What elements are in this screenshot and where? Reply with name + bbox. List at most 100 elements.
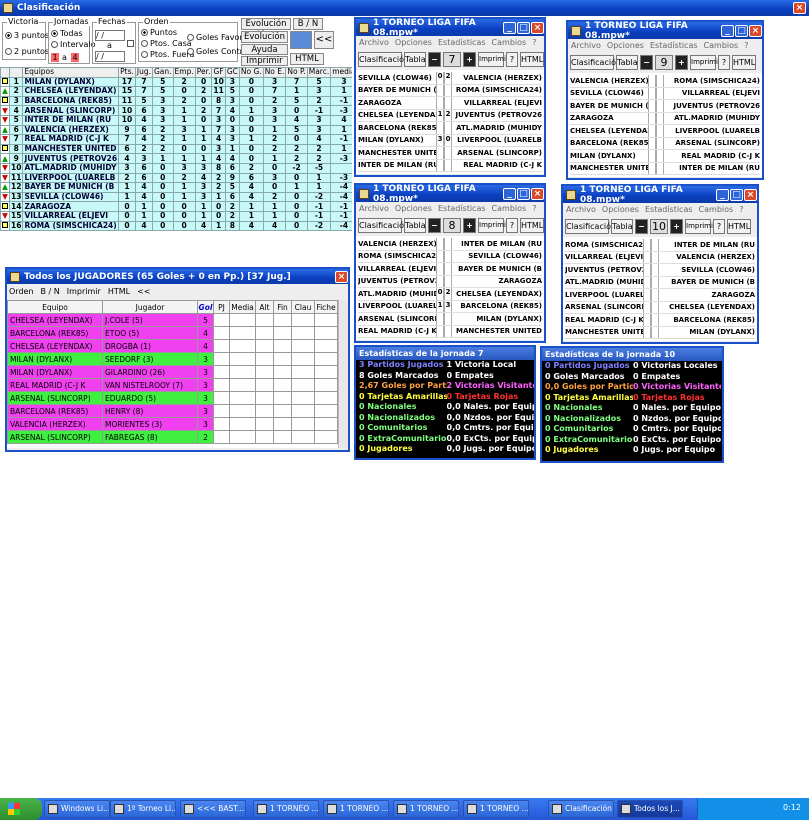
minimize-icon[interactable]: _ [503,21,516,34]
away-goals[interactable] [444,325,452,337]
copy-icon[interactable] [290,31,312,49]
jugadores-menu-item[interactable]: Imprimir [67,287,101,297]
away-goals[interactable]: 2 [444,109,452,121]
taskbar-item[interactable]: Clasificación [548,800,614,818]
jugadores-menu-item[interactable]: Orden [9,287,34,297]
imprimir-button[interactable]: Imprimir [241,56,288,66]
help-button[interactable]: ? [506,218,518,233]
match-row[interactable]: VALENCIA (HERZEX) INTER DE MILAN (RU [358,238,542,251]
away-goals[interactable] [444,238,452,250]
jug-column-header[interactable]: Clau [291,300,315,314]
away-goals[interactable] [656,100,664,112]
jornada-menu-item[interactable]: Archivo [571,41,601,50]
evolucion-button[interactable]: Evolución [241,31,288,43]
away-goals[interactable] [444,84,452,96]
column-header[interactable]: No E. [262,67,287,78]
match-row[interactable]: ZARAGOZA ATL.MADRID (MUHIDY [570,112,760,125]
home-goals[interactable] [648,100,656,112]
jornada-menu-item[interactable]: Opciones [607,41,644,50]
minimize-icon[interactable]: _ [721,24,734,37]
prev-jornada-icon[interactable]: − [635,219,648,234]
match-row[interactable]: VILLARREAL (ELJEVI BAYER DE MUNICH (B [358,263,542,276]
home-goals[interactable] [436,238,444,250]
away-goals[interactable] [656,125,664,137]
match-row[interactable]: BAYER DE MUNICH (B JUVENTUS (PETROV26 [570,100,760,113]
jornada-menu-item[interactable]: Estadísticas [438,204,486,213]
jornada-menu-item[interactable]: Opciones [395,204,432,213]
home-goals[interactable] [436,325,444,337]
taskbar-item[interactable]: 1º Torneo Li... [110,800,176,818]
taskbar-item[interactable]: 1 TORNEO ... [393,800,459,818]
close-icon[interactable]: × [793,2,806,14]
home-goals[interactable] [648,112,656,124]
table-row[interactable]: ▼ 4 ARSENAL (SLINCORP) 10 6 3 1 2 7 4 1 3 0 -1 -3 [0,105,352,116]
orden-favor-radio[interactable]: Goles Favor [187,33,243,42]
jugadores-menu-item[interactable]: << [137,287,150,297]
jornada-menu-item[interactable]: ? [744,41,748,50]
match-row[interactable]: ATL.MADRID (MUHIDY 0 2 CHELSEA (LEYENDAX) [358,288,542,301]
jornada-from[interactable]: 1 [51,53,59,62]
home-goals[interactable] [436,313,444,325]
match-row[interactable]: MANCHESTER UNITED INTER DE MILAN (RU [570,162,760,175]
home-goals[interactable] [648,162,656,174]
clasificacion-button[interactable]: Clasificación [358,218,409,233]
imprimir-button[interactable]: Imprimir [685,219,716,234]
match-row[interactable]: JUVENTUS (PETROV26 SEVILLA (CLOW46) [565,264,755,277]
jug-column-header[interactable]: PJ [213,300,230,314]
jug-column-header[interactable]: Alt [255,300,274,314]
jornada-menu-item[interactable]: Cambios [492,38,527,47]
column-header[interactable]: No P. [285,67,308,78]
match-row[interactable]: LIVERPOOL (LUARELB ZARAGOZA [565,289,755,302]
home-goals[interactable] [643,276,651,288]
away-goals[interactable] [444,275,452,287]
away-goals[interactable] [656,112,664,124]
match-row[interactable]: BARCELONA (REK85) ATL.MADRID (MUHIDY [358,122,542,135]
match-row[interactable]: MILAN (DYLANX) 3 0 LIVERPOOL (LUARELB [358,134,542,147]
column-header[interactable]: Equipos [22,67,120,78]
maximize-icon[interactable]: □ [735,24,748,37]
home-goals[interactable] [436,275,444,287]
imprimir-button[interactable]: Imprimir [690,55,721,70]
next-jornada-icon[interactable]: + [670,219,683,234]
jug-column-header[interactable]: Fin [273,300,292,314]
away-goals[interactable] [656,137,664,149]
home-goals[interactable] [643,289,651,301]
table-row[interactable]: ▼ 13 SEVILLA (CLOW46) 1 4 0 1 3 1 6 4 2 0 -2 -4 [0,191,352,203]
html-button[interactable]: HTML [290,53,324,65]
home-goals[interactable] [643,264,651,276]
match-row[interactable]: ATL.MADRID (MUHIDY BAYER DE MUNICH (B [565,276,755,289]
jornada-menu-item[interactable]: Cambios [492,204,527,213]
prev-jornada-icon[interactable]: − [428,218,441,233]
home-goals[interactable] [436,159,444,171]
html-button[interactable]: HTML [520,52,544,67]
jugador-row[interactable]: MILAN (DYLANX) SEEDORF (3) 3 [7,352,338,366]
away-goals[interactable] [651,276,659,288]
close-icon[interactable]: × [749,24,762,37]
table-row[interactable]: ▲ 6 VALENCIA (HERZEX) 9 6 2 3 1 7 3 0 1 5 3 1 [0,124,352,136]
home-goals[interactable] [648,150,656,162]
jornada-menu-item[interactable]: Cambios [704,41,739,50]
imprimir-button[interactable]: Imprimir [478,52,509,67]
jornada-menu-item[interactable]: ? [739,205,743,214]
away-goals[interactable] [656,150,664,162]
match-row[interactable]: VILLARREAL (ELJEVI VALENCIA (HERZEX) [565,251,755,264]
taskbar-item[interactable]: <<< BAST... [180,800,246,818]
minimize-icon[interactable]: _ [716,188,729,201]
match-row[interactable]: INTER DE MILAN (RU REAL MADRID (C-J K [358,159,542,172]
column-header[interactable]: GF [211,67,226,78]
away-goals[interactable] [656,87,664,99]
help-button[interactable]: ? [713,219,725,234]
away-goals[interactable] [444,159,452,171]
close-icon[interactable]: × [335,270,348,283]
help-button[interactable]: ? [718,55,730,70]
home-goals[interactable] [643,251,651,263]
close-icon[interactable]: × [531,187,544,200]
prev-jornada-icon[interactable]: − [640,55,653,70]
match-row[interactable]: REAL MADRID (C-J K BARCELONA (REK85) [565,314,755,327]
jornada-to[interactable]: 4 [71,53,79,62]
next-jornada-icon[interactable]: + [463,52,476,67]
table-row[interactable]: 3 BARCELONA (REK85) 11 5 3 2 0 8 3 0 2 5 2 -1 [0,95,352,107]
table-row[interactable]: 1 MILAN (DYLANX) 17 7 5 2 0 10 3 0 3 7 5 3 [0,76,352,88]
back-button[interactable]: << [314,31,334,49]
table-row[interactable]: 16 ROMA (SIMSCHICA24) 0 4 0 0 4 1 8 4 4 0 -2 -4 [0,220,352,232]
